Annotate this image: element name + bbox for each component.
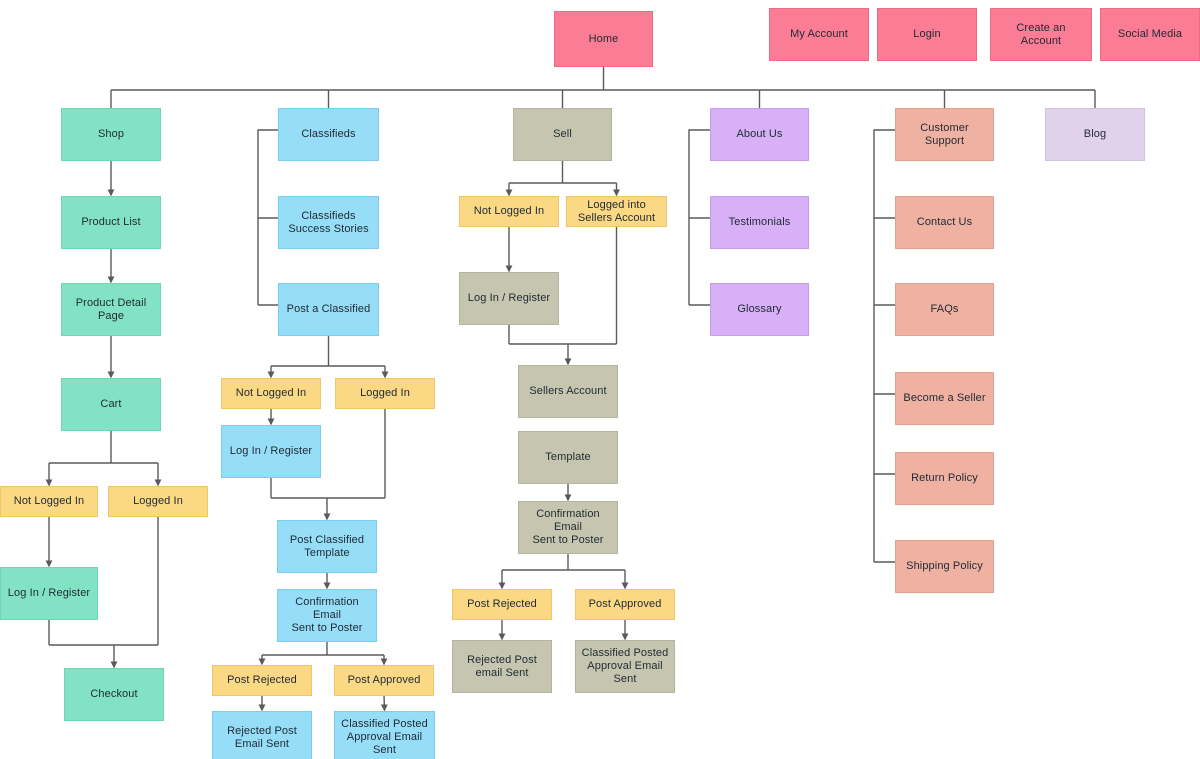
node-label: FAQs [930, 303, 959, 315]
node-label: Product List [81, 216, 141, 228]
node-label: Template [545, 451, 591, 463]
node-checkout[interactable]: Checkout [64, 668, 164, 721]
node-label: Post Rejected [227, 674, 297, 686]
node-label: Product Detail Page [75, 296, 147, 322]
node-label: Post Approved [588, 598, 662, 610]
node-cls-logged-in[interactable]: Logged In [335, 378, 435, 409]
node-cls-approved-email[interactable]: Classified Posted Approval Email Sent [334, 711, 435, 759]
node-cls-not-logged-in[interactable]: Not Logged In [221, 378, 321, 409]
node-cls-confirmation[interactable]: Confirmation Email Sent to Poster [277, 589, 377, 642]
node-home[interactable]: Home [554, 11, 653, 67]
node-label: Post Approved [347, 674, 421, 686]
node-label: Confirmation Email Sent to Poster [532, 508, 604, 546]
node-label: Become a Seller [903, 392, 986, 404]
node-label: Classified Posted Approval Email Sent [581, 647, 669, 685]
node-cls-post-approved[interactable]: Post Approved [334, 665, 434, 696]
node-return-policy[interactable]: Return Policy [895, 452, 994, 505]
node-label: Confirmation Email Sent to Poster [291, 596, 363, 634]
node-faqs[interactable]: FAQs [895, 283, 994, 336]
node-post-cls-template[interactable]: Post Classified Template [277, 520, 377, 573]
node-sell-post-rejected[interactable]: Post Rejected [452, 589, 552, 620]
connector [380, 695, 388, 712]
node-my-account[interactable]: My Account [769, 8, 869, 61]
node-label: Logged In [360, 387, 410, 399]
node-label: Rejected Post email Sent [467, 653, 537, 679]
node-shipping-policy[interactable]: Shipping Policy [895, 540, 994, 593]
node-become-a-seller[interactable]: Become a Seller [895, 372, 994, 425]
node-sell-rejected-email[interactable]: Rejected Post email Sent [452, 640, 552, 693]
node-product-detail[interactable]: Product Detail Page [61, 283, 161, 336]
node-cls-post-rejected[interactable]: Post Rejected [212, 665, 312, 696]
node-shop-login-register[interactable]: Log In / Register [0, 567, 98, 620]
sitemap-canvas: Home My Account Login Create an Account Soci… [0, 0, 1200, 759]
node-label: My Account [790, 28, 848, 40]
node-shop-not-logged-in[interactable]: Not Logged In [0, 486, 98, 517]
node-label: Sell [553, 128, 572, 140]
node-label: Cart [100, 398, 122, 410]
node-sell-logged-into[interactable]: Logged into Sellers Account [566, 196, 667, 227]
node-sell[interactable]: Sell [513, 108, 612, 161]
node-about-us[interactable]: About Us [710, 108, 809, 161]
node-label: Not Logged In [473, 205, 545, 217]
node-label: Logged In [133, 495, 183, 507]
node-label: Log In / Register [7, 587, 91, 599]
node-label: Not Logged In [235, 387, 307, 399]
node-label: Create an Account [1016, 21, 1066, 47]
node-label: Log In / Register [229, 445, 313, 457]
connector [257, 129, 278, 305]
node-label: Blog [1083, 128, 1107, 140]
node-success-stories[interactable]: Classifieds Success Stories [278, 196, 379, 249]
node-label: Glossary [737, 303, 782, 315]
connector [688, 129, 710, 305]
node-contact-us[interactable]: Contact Us [895, 196, 994, 249]
node-login[interactable]: Login [877, 8, 977, 61]
node-label: Post Rejected [467, 598, 537, 610]
node-create-an-account[interactable]: Create an Account [990, 8, 1092, 61]
node-label: Classifieds [301, 128, 356, 140]
node-label: About Us [736, 128, 783, 140]
node-label: Checkout [90, 688, 138, 700]
node-social-media[interactable]: Social Media [1100, 8, 1200, 61]
node-blog[interactable]: Blog [1045, 108, 1145, 161]
node-customer-support[interactable]: Customer Support [895, 108, 994, 161]
node-glossary[interactable]: Glossary [710, 283, 809, 336]
node-cls-rejected-email[interactable]: Rejected Post Email Sent [212, 711, 312, 759]
node-label: Social Media [1117, 28, 1183, 40]
node-shop[interactable]: Shop [61, 108, 161, 161]
node-label: Logged into Sellers Account [577, 198, 656, 224]
node-cart[interactable]: Cart [61, 378, 161, 431]
node-label: Shipping Policy [906, 560, 983, 572]
connector [873, 129, 895, 562]
node-cls-login-register[interactable]: Log In / Register [221, 425, 321, 478]
node-sellers-account[interactable]: Sellers Account [518, 365, 618, 418]
node-label: Sellers Account [529, 385, 607, 397]
node-product-list[interactable]: Product List [61, 196, 161, 249]
node-label: Not Logged In [13, 495, 85, 507]
node-testimonials[interactable]: Testimonials [710, 196, 809, 249]
node-label: Classified Posted Approval Email Sent [341, 718, 428, 756]
node-label: Shop [97, 128, 125, 140]
node-label: Post a Classified [286, 303, 371, 315]
node-sell-login-register[interactable]: Log In / Register [459, 272, 559, 325]
node-label: Return Policy [911, 472, 978, 484]
node-label: Testimonials [728, 216, 791, 228]
node-label: Contact Us [916, 216, 973, 228]
node-label: Customer Support [920, 121, 969, 147]
node-label: Login [913, 28, 941, 40]
node-shop-logged-in[interactable]: Logged In [108, 486, 208, 517]
node-label: Log In / Register [467, 292, 551, 304]
node-label: Post Classified Template [289, 533, 365, 559]
node-label: Rejected Post Email Sent [227, 724, 297, 750]
node-classifieds[interactable]: Classifieds [278, 108, 379, 161]
node-sell-post-approved[interactable]: Post Approved [575, 589, 675, 620]
node-post-a-classified[interactable]: Post a Classified [278, 283, 379, 336]
node-sell-confirmation[interactable]: Confirmation Email Sent to Poster [518, 501, 618, 554]
node-sell-not-logged-in[interactable]: Not Logged In [459, 196, 559, 227]
node-label: Classifieds Success Stories [288, 209, 369, 235]
node-label: Home [588, 32, 619, 45]
node-sell-template[interactable]: Template [518, 431, 618, 484]
node-sell-approved-email[interactable]: Classified Posted Approval Email Sent [575, 640, 675, 693]
